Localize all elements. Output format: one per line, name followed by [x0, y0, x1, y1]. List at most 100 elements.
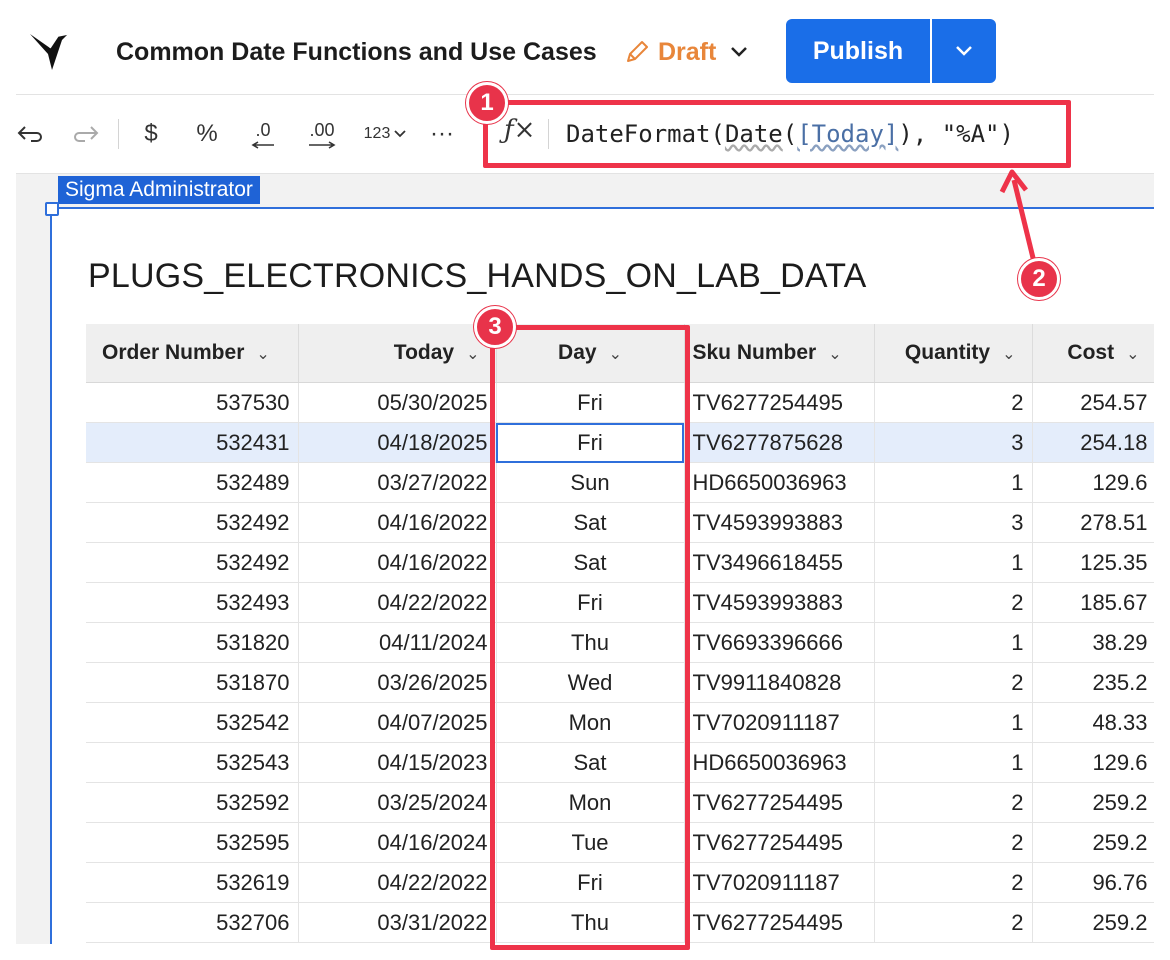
table-title[interactable]: PLUGS_ELECTRONICS_HANDS_ON_LAB_DATA: [88, 257, 867, 296]
cell-quantity[interactable]: 2: [874, 822, 1033, 863]
cell-order-number[interactable]: 531820: [86, 622, 299, 663]
cell-cost[interactable]: 38.29: [1032, 622, 1154, 663]
cell-order-number[interactable]: 532431: [86, 422, 299, 463]
cell-cost[interactable]: 125.35: [1032, 542, 1154, 583]
cell-sku-number[interactable]: HD6650036963: [684, 462, 875, 503]
cell-quantity[interactable]: 2: [874, 862, 1033, 903]
cell-quantity[interactable]: 2: [874, 662, 1033, 703]
cell-quantity[interactable]: 2: [874, 782, 1033, 823]
cell-cost[interactable]: 235.2: [1032, 662, 1154, 703]
workbook-title[interactable]: Common Date Functions and Use Cases: [116, 36, 597, 68]
cell-cost[interactable]: 259.2: [1032, 782, 1154, 823]
cell-sku-number[interactable]: TV4593993883: [684, 502, 875, 543]
cell-sku-number[interactable]: TV6277875628: [684, 422, 875, 463]
cell-today[interactable]: 04/22/2022: [298, 582, 497, 623]
column-header-label: Cost: [1067, 341, 1115, 364]
percent-format-button[interactable]: %: [192, 117, 222, 151]
cell-order-number[interactable]: 532489: [86, 462, 299, 503]
cell-cost[interactable]: 129.6: [1032, 742, 1154, 783]
cell-sku-number[interactable]: TV4593993883: [684, 582, 875, 623]
annotation-box-day-column: [490, 325, 690, 950]
cell-quantity[interactable]: 3: [874, 422, 1033, 463]
cell-sku-number[interactable]: HD6650036963: [684, 742, 875, 783]
cell-order-number[interactable]: 532493: [86, 582, 299, 623]
cell-sku-number[interactable]: TV6693396666: [684, 622, 875, 663]
cell-sku-number[interactable]: TV7020911187: [684, 862, 875, 903]
cell-today[interactable]: 04/15/2023: [298, 742, 497, 783]
cell-quantity[interactable]: 1: [874, 742, 1033, 783]
cell-order-number[interactable]: 532542: [86, 702, 299, 743]
draft-status-dropdown[interactable]: Draft: [624, 36, 748, 68]
column-header-today[interactable]: Today ⌄: [298, 324, 497, 383]
cell-quantity[interactable]: 1: [874, 462, 1033, 503]
cell-today[interactable]: 04/11/2024: [298, 622, 497, 663]
chevron-down-icon[interactable]: ⌄: [256, 346, 269, 363]
cell-sku-number[interactable]: TV3496618455: [684, 542, 875, 583]
cell-sku-number[interactable]: TV6277254495: [684, 382, 875, 423]
column-header-order-number[interactable]: Order Number ⌄: [86, 324, 299, 383]
cell-quantity[interactable]: 1: [874, 702, 1033, 743]
column-header-cost[interactable]: Cost ⌄: [1032, 324, 1154, 383]
cell-today[interactable]: 04/16/2022: [298, 542, 497, 583]
cell-order-number[interactable]: 537530: [86, 382, 299, 423]
cell-cost[interactable]: 48.33: [1032, 702, 1154, 743]
sigma-logo-icon[interactable]: [28, 30, 74, 74]
cell-sku-number[interactable]: TV6277254495: [684, 902, 875, 943]
chevron-down-icon[interactable]: ⌄: [828, 346, 841, 363]
cell-today[interactable]: 04/18/2025: [298, 422, 497, 463]
cell-order-number[interactable]: 532595: [86, 822, 299, 863]
decrease-decimals-button[interactable]: .0: [246, 117, 280, 151]
cell-cost[interactable]: 259.2: [1032, 902, 1154, 943]
cell-cost[interactable]: 185.67: [1032, 582, 1154, 623]
chevron-down-icon[interactable]: ⌄: [466, 346, 479, 363]
number-format-dropdown[interactable]: 123: [358, 117, 412, 151]
cell-cost[interactable]: 254.57: [1032, 382, 1154, 423]
redo-button[interactable]: [70, 117, 102, 151]
cell-today[interactable]: 03/26/2025: [298, 662, 497, 703]
column-header-sku-number[interactable]: Sku Number ⌄: [684, 324, 875, 383]
cell-cost[interactable]: 254.18: [1032, 422, 1154, 463]
increase-decimals-label: .00: [309, 119, 335, 140]
cell-today[interactable]: 03/31/2022: [298, 902, 497, 943]
publish-button[interactable]: Publish: [786, 19, 930, 83]
increase-decimals-button[interactable]: .00: [302, 117, 342, 151]
cell-order-number[interactable]: 532543: [86, 742, 299, 783]
cell-order-number[interactable]: 532492: [86, 502, 299, 543]
cell-today[interactable]: 04/22/2022: [298, 862, 497, 903]
cell-today[interactable]: 05/30/2025: [298, 382, 497, 423]
cell-order-number[interactable]: 531870: [86, 662, 299, 703]
cell-quantity[interactable]: 2: [874, 382, 1033, 423]
cell-today[interactable]: 04/16/2024: [298, 822, 497, 863]
chevron-down-icon[interactable]: ⌄: [1126, 346, 1139, 363]
cell-cost[interactable]: 129.6: [1032, 462, 1154, 503]
chevron-down-icon[interactable]: ⌄: [1002, 346, 1015, 363]
cell-cost[interactable]: 96.76: [1032, 862, 1154, 903]
cell-quantity[interactable]: 2: [874, 902, 1033, 943]
column-header-quantity[interactable]: Quantity ⌄: [874, 324, 1033, 383]
currency-format-button[interactable]: $: [138, 117, 164, 151]
cell-order-number[interactable]: 532706: [86, 902, 299, 943]
cell-cost[interactable]: 259.2: [1032, 822, 1154, 863]
cell-order-number[interactable]: 532492: [86, 542, 299, 583]
cell-quantity[interactable]: 3: [874, 502, 1033, 543]
resize-handle[interactable]: [45, 202, 59, 216]
cell-quantity[interactable]: 1: [874, 622, 1033, 663]
cell-cost[interactable]: 278.51: [1032, 502, 1154, 543]
cell-today[interactable]: 03/25/2024: [298, 782, 497, 823]
cell-quantity[interactable]: 1: [874, 542, 1033, 583]
more-options-button[interactable]: ···: [426, 117, 458, 151]
cell-order-number[interactable]: 532619: [86, 862, 299, 903]
undo-button[interactable]: [16, 117, 44, 151]
cell-today[interactable]: 04/16/2022: [298, 502, 497, 543]
cell-sku-number[interactable]: TV6277254495: [684, 782, 875, 823]
cell-today[interactable]: 03/27/2022: [298, 462, 497, 503]
cell-quantity[interactable]: 2: [874, 582, 1033, 623]
cell-sku-number[interactable]: TV7020911187: [684, 702, 875, 743]
cell-sku-number[interactable]: TV6277254495: [684, 822, 875, 863]
chevron-down-icon: [731, 47, 748, 57]
publish-options-button[interactable]: [932, 19, 996, 83]
workbook-header: Common Date Functions and Use Cases Draf…: [16, 16, 1154, 95]
cell-today[interactable]: 04/07/2025: [298, 702, 497, 743]
cell-sku-number[interactable]: TV9911840828: [684, 662, 875, 703]
cell-order-number[interactable]: 532592: [86, 782, 299, 823]
